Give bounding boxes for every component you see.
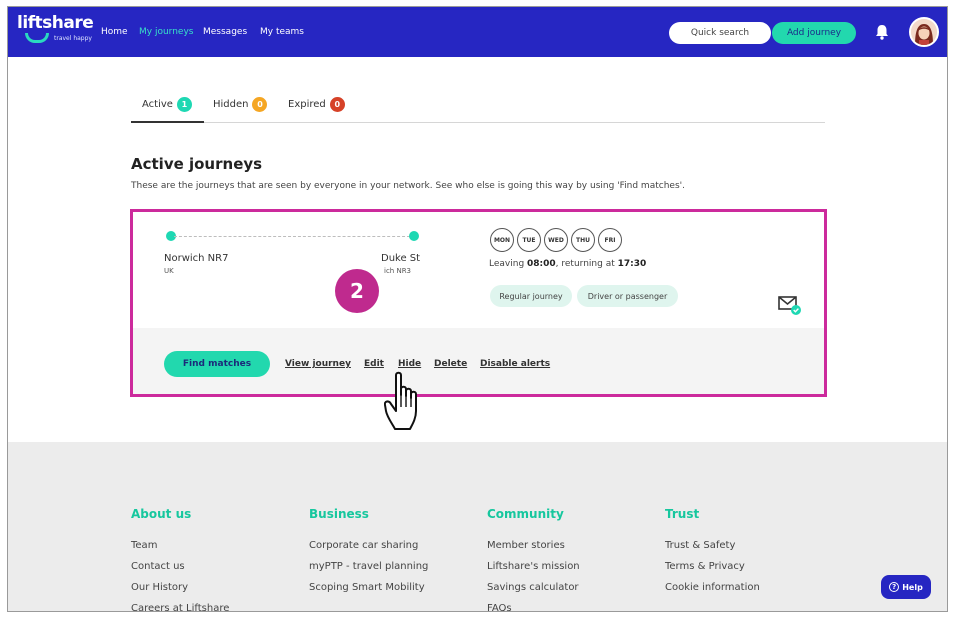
footer-heading-business: Business bbox=[309, 507, 369, 521]
footer-link-member-stories[interactable]: Member stories bbox=[487, 540, 565, 551]
find-matches-button[interactable]: Find matches bbox=[164, 351, 270, 377]
leaving-time: 08:00 bbox=[527, 259, 556, 269]
count-badge: 0 bbox=[252, 97, 268, 112]
tab-expired[interactable]: Expired 0 bbox=[288, 97, 345, 112]
tab-label: Expired bbox=[288, 99, 326, 110]
count-badge: 0 bbox=[329, 97, 345, 112]
footer-link-savings-calculator[interactable]: Savings calculator bbox=[487, 582, 579, 593]
nav-messages[interactable]: Messages bbox=[203, 27, 247, 37]
logo-smile-icon bbox=[25, 33, 49, 43]
avatar-portrait-icon bbox=[911, 19, 937, 45]
section-description: These are the journeys that are seen by … bbox=[131, 181, 685, 191]
driver-or-passenger-chip: Driver or passenger bbox=[577, 285, 678, 307]
tab-active[interactable]: Active 1 bbox=[142, 97, 192, 112]
origin-country: UK bbox=[164, 267, 174, 275]
day-thu: THU bbox=[571, 228, 595, 252]
delete-link[interactable]: Delete bbox=[434, 359, 467, 369]
footer-link-contact-us[interactable]: Contact us bbox=[131, 561, 185, 572]
returning-prefix: , returning at bbox=[555, 259, 618, 269]
nav-home[interactable]: Home bbox=[101, 27, 128, 37]
footer-link-faqs[interactable]: FAQs bbox=[487, 603, 512, 611]
liftshare-logo[interactable]: liftshare travel happy bbox=[15, 13, 97, 49]
day-wed: WED bbox=[544, 228, 568, 252]
help-button[interactable]: ? Help bbox=[881, 575, 931, 599]
tab-label: Active bbox=[142, 99, 173, 110]
nav-my-journeys[interactable]: My journeys bbox=[139, 27, 193, 37]
top-navigation-bar: liftshare travel happy Home My journeys … bbox=[8, 7, 947, 57]
mail-check-icon[interactable] bbox=[778, 294, 802, 316]
tab-hidden[interactable]: Hidden 0 bbox=[213, 97, 268, 112]
origin-name: Norwich NR7 bbox=[164, 253, 229, 264]
browser-viewport: liftshare travel happy Home My journeys … bbox=[7, 6, 948, 612]
footer-link-myptp[interactable]: myPTP - travel planning bbox=[309, 561, 428, 572]
pointer-hand-cursor-icon bbox=[384, 371, 417, 430]
page-title: Active journeys bbox=[131, 155, 263, 173]
avatar[interactable] bbox=[909, 17, 939, 47]
footer-heading-trust: Trust bbox=[665, 507, 700, 521]
destination-name: Duke St bbox=[381, 253, 421, 264]
journey-times: Leaving 08:00, returning at 17:30 bbox=[489, 259, 646, 269]
journey-details: Norwich NR7 UK Duke St ich NR3 2 MON TUE… bbox=[133, 212, 824, 328]
day-tue: TUE bbox=[517, 228, 541, 252]
footer-link-cookie-information[interactable]: Cookie information bbox=[665, 582, 760, 593]
day-mon: MON bbox=[490, 228, 514, 252]
regular-journey-chip: Regular journey bbox=[490, 285, 572, 307]
tab-label: Hidden bbox=[213, 99, 249, 110]
destination-dot bbox=[409, 231, 419, 241]
footer-link-corporate-car-sharing[interactable]: Corporate car sharing bbox=[309, 540, 418, 551]
journey-card: Norwich NR7 UK Duke St ich NR3 2 MON TUE… bbox=[130, 209, 827, 397]
disable-alerts-link[interactable]: Disable alerts bbox=[480, 359, 550, 369]
leaving-prefix: Leaving bbox=[489, 259, 528, 269]
help-label: Help bbox=[902, 582, 923, 592]
help-question-icon: ? bbox=[889, 582, 900, 592]
view-journey-link[interactable]: View journey bbox=[285, 359, 351, 369]
active-tab-indicator bbox=[131, 121, 204, 123]
tabs-divider bbox=[131, 122, 825, 123]
footer-link-careers[interactable]: Careers at Liftshare bbox=[131, 603, 229, 611]
footer-link-scoping-smart-mobility[interactable]: Scoping Smart Mobility bbox=[309, 582, 425, 593]
edit-link[interactable]: Edit bbox=[364, 359, 384, 369]
footer-link-terms-privacy[interactable]: Terms & Privacy bbox=[665, 561, 745, 572]
footer-link-mission[interactable]: Liftshare's mission bbox=[487, 561, 580, 572]
footer-link-trust-safety[interactable]: Trust & Safety bbox=[665, 540, 735, 551]
bell-icon[interactable] bbox=[875, 24, 889, 40]
add-journey-button[interactable]: Add journey bbox=[772, 22, 856, 44]
journey-actions: Find matches View journey Edit Hide Dele… bbox=[133, 328, 824, 394]
footer-link-our-history[interactable]: Our History bbox=[131, 582, 188, 593]
day-fri: FRI bbox=[598, 228, 622, 252]
step-number-badge: 2 bbox=[335, 269, 379, 313]
quick-search-button[interactable]: Quick search bbox=[669, 22, 771, 44]
footer-heading-about-us: About us bbox=[131, 507, 192, 521]
logo-text: liftshare bbox=[17, 13, 94, 33]
count-badge: 1 bbox=[176, 97, 192, 112]
footer-link-team[interactable]: Team bbox=[131, 540, 157, 551]
returning-time: 17:30 bbox=[617, 259, 647, 269]
logo-tagline: travel happy bbox=[54, 35, 92, 42]
destination-postcode: ich NR3 bbox=[384, 267, 412, 275]
nav-my-teams[interactable]: My teams bbox=[260, 27, 304, 37]
route-line bbox=[174, 236, 410, 237]
site-footer: About us Team Contact us Our History Car… bbox=[8, 442, 947, 611]
footer-heading-community: Community bbox=[487, 507, 564, 521]
hide-link[interactable]: Hide bbox=[398, 359, 421, 369]
